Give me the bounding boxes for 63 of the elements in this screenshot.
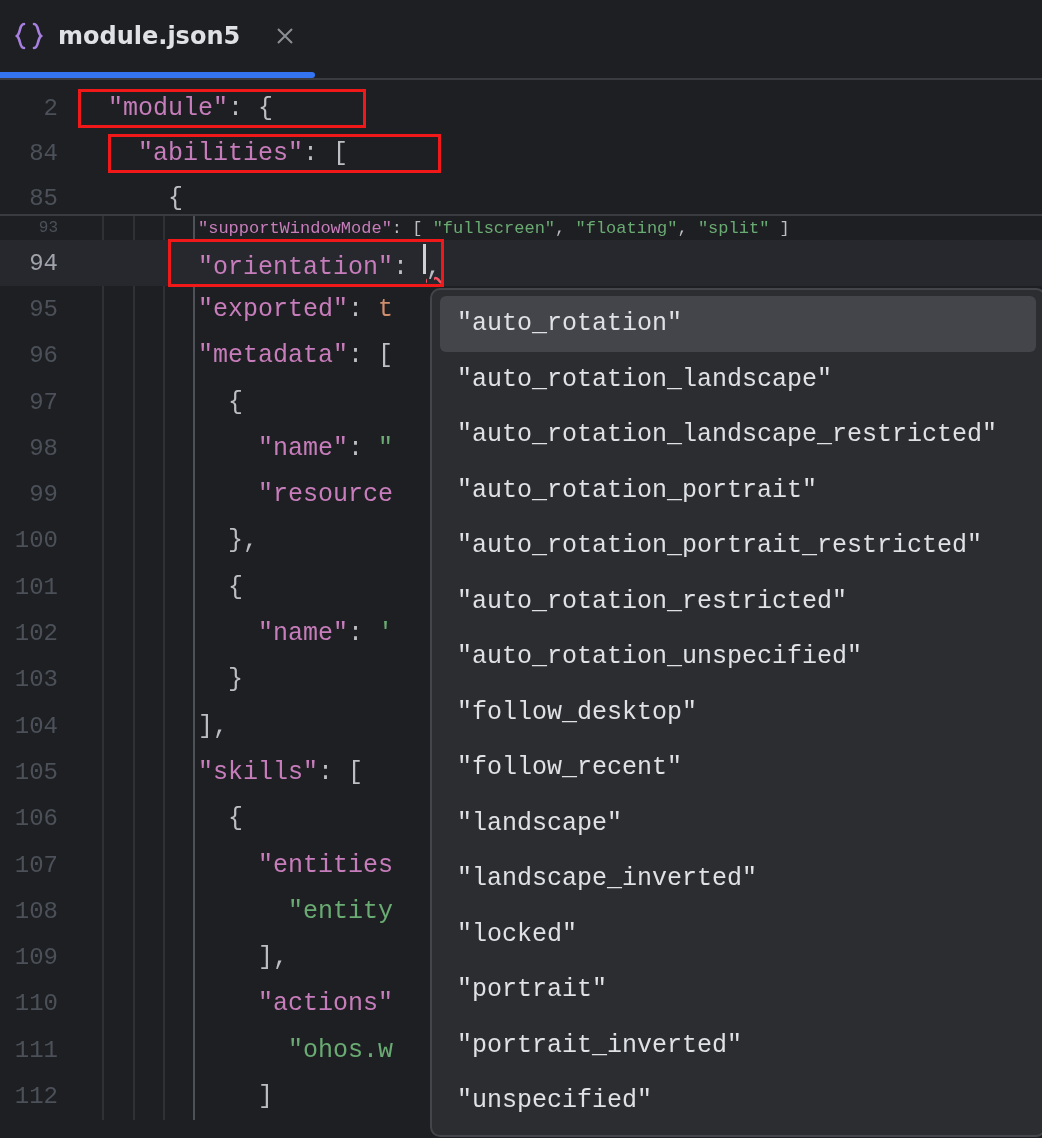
punctuation: { xyxy=(228,387,243,417)
completion-item[interactable]: "auto_rotation_landscape_restricted" xyxy=(440,407,1036,463)
completion-item[interactable]: "auto_rotation_landscape" xyxy=(440,351,1036,407)
string-value: " xyxy=(378,433,394,463)
json-key: "name" xyxy=(258,619,348,648)
completion-item[interactable]: "portrait" xyxy=(440,962,1036,1018)
completion-item[interactable]: "auto_rotation_restricted" xyxy=(440,573,1036,629)
string-value: "floating" xyxy=(575,218,678,238)
punctuation: : [ xyxy=(318,757,364,787)
punctuation: : xyxy=(348,619,365,648)
completion-item[interactable]: "follow_desktop" xyxy=(440,684,1036,740)
punctuation: : [ xyxy=(348,341,394,371)
completion-item[interactable]: "auto_rotation_portrait" xyxy=(440,462,1036,518)
json-key: "name" xyxy=(258,433,348,463)
punctuation: : xyxy=(348,433,365,463)
editor-tab[interactable]: module.json5 xyxy=(0,0,315,72)
punctuation: : xyxy=(348,294,365,324)
punctuation: ] xyxy=(778,218,790,238)
string-value: "fullscreen" xyxy=(432,218,556,238)
json-key: "actions" xyxy=(258,989,394,1019)
text-cursor xyxy=(423,244,427,275)
punctuation: , xyxy=(555,218,567,238)
punctuation: ], xyxy=(198,711,228,741)
json-key: "exported" xyxy=(198,294,349,324)
json-key: "orientation" xyxy=(198,253,394,283)
punctuation: { xyxy=(228,572,243,602)
json-key: "module" xyxy=(108,94,229,123)
string-value: "ohos.w xyxy=(288,1035,394,1065)
punctuation: }, xyxy=(228,526,258,556)
string-value: "split" xyxy=(697,218,770,238)
punctuation: ] xyxy=(258,1082,273,1111)
error-comma: , xyxy=(426,253,442,283)
punctuation: : [ xyxy=(303,139,349,168)
completion-item[interactable]: "follow_recent" xyxy=(440,740,1036,796)
json-key: "entities xyxy=(258,850,394,880)
completion-item[interactable]: "auto_rotation_unspecified" xyxy=(440,629,1036,685)
json-key: "supportWindowMode" xyxy=(198,218,392,238)
close-icon[interactable] xyxy=(276,27,295,45)
punctuation: : xyxy=(393,253,410,283)
completion-item[interactable]: "auto_rotation" xyxy=(440,296,1036,352)
json-key: "metadata" xyxy=(198,341,349,371)
string-value: "entity xyxy=(288,896,394,926)
punctuation: ], xyxy=(258,943,288,973)
punctuation: : [ xyxy=(391,218,424,238)
completion-item[interactable]: "unspecified" xyxy=(440,1073,1036,1129)
punctuation: { xyxy=(228,804,243,834)
punctuation: , xyxy=(677,218,689,238)
json-key: "resource xyxy=(258,480,394,510)
line-number: 94 xyxy=(28,249,58,277)
curly-braces-icon xyxy=(14,21,44,51)
string-value: ' xyxy=(378,619,394,648)
completion-item[interactable]: "auto_rotation_portrait_restricted" xyxy=(440,518,1036,574)
completion-item[interactable]: "landscape_inverted" xyxy=(440,851,1036,907)
punctuation: } xyxy=(228,665,243,695)
keyword: t xyxy=(378,294,394,324)
completion-item[interactable]: "landscape" xyxy=(440,795,1036,851)
completion-item[interactable]: "locked" xyxy=(440,906,1036,962)
completion-item[interactable]: "portrait_inverted" xyxy=(440,1017,1036,1073)
punctuation: : { xyxy=(228,94,274,123)
punctuation: { xyxy=(168,184,183,213)
json-key: "skills" xyxy=(198,757,319,787)
tab-title: module.json5 xyxy=(58,22,241,50)
json-key: "abilities" xyxy=(138,139,304,168)
